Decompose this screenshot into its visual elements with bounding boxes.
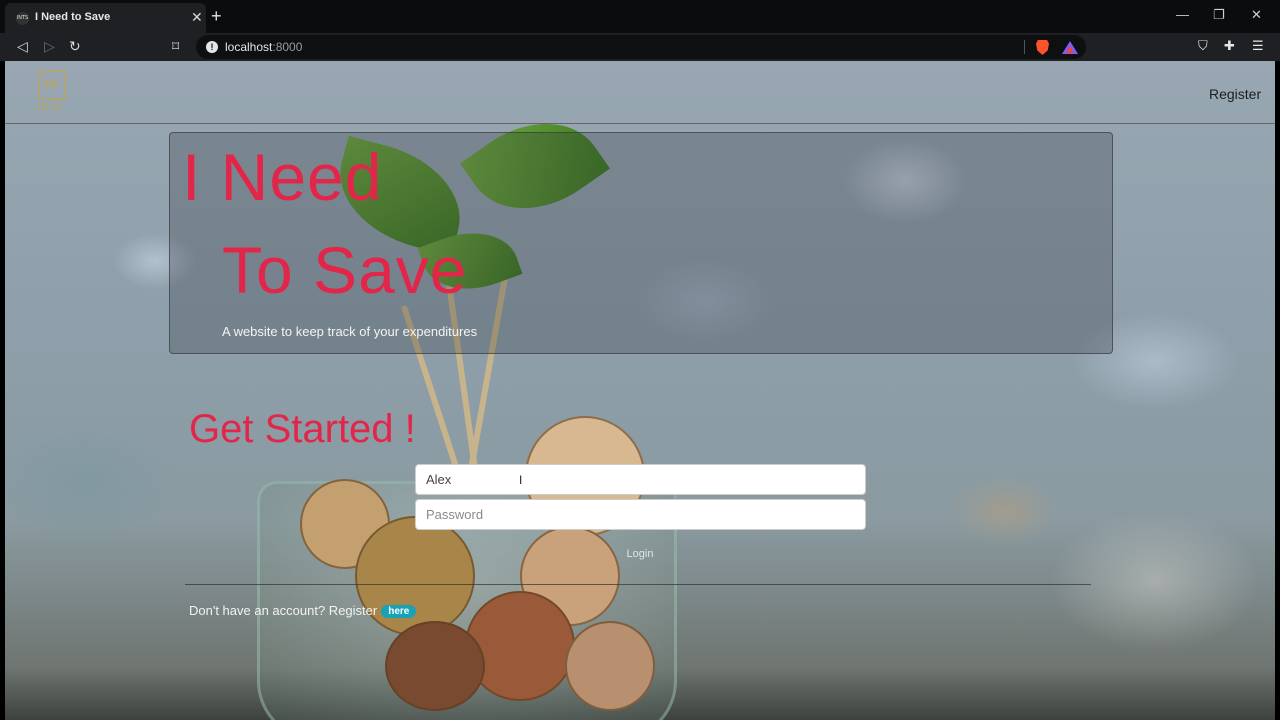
coin: [465, 591, 575, 701]
bookmark-icon[interactable]: ⌑: [172, 38, 179, 54]
brave-shields-icon[interactable]: [1036, 40, 1049, 55]
close-tab-icon[interactable]: ✕: [191, 10, 203, 24]
wallet-icon[interactable]: ⛉: [1198, 38, 1208, 54]
site-header: IN INTS Register: [5, 61, 1275, 124]
password-placeholder: Password: [426, 507, 484, 522]
tab-favicon-icon: INTS: [16, 12, 29, 25]
get-started-heading: Get Started !: [189, 407, 416, 451]
page-viewport: IN INTS Register I Need To Save A websit…: [5, 61, 1275, 720]
brave-rewards-icon[interactable]: [1062, 41, 1078, 54]
username-input[interactable]: Alex I: [415, 464, 866, 495]
register-prompt-text: Don't have an account? Register: [189, 603, 378, 618]
hero-title-line2: To Save: [222, 233, 468, 307]
register-here-link[interactable]: here: [381, 605, 417, 618]
back-icon[interactable]: ◁: [17, 38, 28, 54]
section-divider: [185, 584, 1091, 585]
hero-panel: I Need To Save A website to keep track o…: [169, 132, 1113, 354]
browser-tab[interactable]: INTS I Need to Save ✕: [5, 3, 206, 33]
coin: [385, 621, 485, 711]
url-port: :8000: [272, 40, 303, 54]
restore-icon[interactable]: ❐: [1213, 8, 1225, 22]
address-bar-divider: [1024, 40, 1025, 54]
hero-subtitle: A website to keep track of your expendit…: [222, 324, 478, 339]
logo-mark: IN: [44, 76, 58, 91]
tab-title: I Need to Save: [35, 11, 111, 23]
site-logo[interactable]: IN: [38, 71, 66, 99]
username-value: Alex: [426, 472, 452, 487]
new-tab-icon[interactable]: +: [211, 7, 222, 25]
minimize-icon[interactable]: —: [1176, 8, 1189, 22]
coin: [565, 621, 655, 711]
logo-subtext: INTS: [38, 102, 62, 112]
login-button[interactable]: Login: [620, 543, 660, 565]
site-info-icon[interactable]: !: [206, 41, 218, 53]
coin: [355, 516, 475, 636]
browser-tabstrip: INTS I Need to Save ✕ + — ❐ ✕: [0, 0, 1280, 33]
register-prompt: Don't have an account? Register here: [189, 603, 417, 618]
url-host: localhost: [225, 40, 273, 54]
browser-toolbar: ◁ ▷ ↻ ⌑ ! localhost:8000 ⛉ ✚ ☰: [0, 33, 1280, 61]
url-text: localhost:8000: [225, 40, 302, 54]
hero-title-line1: I Need: [182, 140, 383, 214]
extensions-icon[interactable]: ✚: [1224, 38, 1235, 54]
menu-icon[interactable]: ☰: [1252, 38, 1264, 54]
nav-register-link[interactable]: Register: [1209, 86, 1261, 102]
forward-icon[interactable]: ▷: [44, 38, 55, 54]
close-window-icon[interactable]: ✕: [1251, 8, 1262, 22]
reload-icon[interactable]: ↻: [69, 38, 81, 54]
address-bar[interactable]: ! localhost:8000: [196, 35, 1086, 59]
text-cursor-icon: I: [519, 473, 523, 487]
password-input[interactable]: Password: [415, 499, 866, 530]
